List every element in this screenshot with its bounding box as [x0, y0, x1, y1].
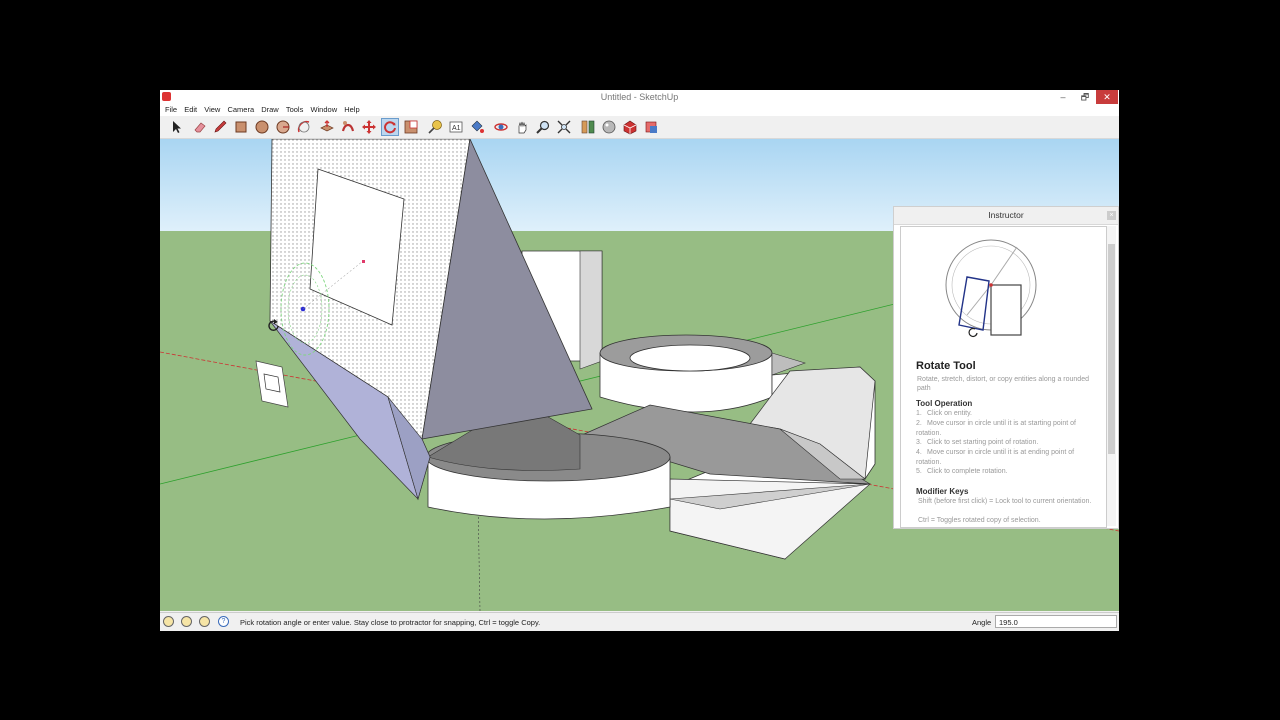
operation-step: 1. Click on entity. [916, 410, 972, 417]
maximize-button[interactable]: 🗗 [1074, 90, 1096, 104]
menu-edit[interactable]: Edit [184, 104, 197, 116]
help-icon[interactable]: ? [218, 616, 229, 627]
svg-text:A1: A1 [452, 125, 461, 132]
pencil-tool-icon[interactable] [212, 119, 228, 135]
operation-step: 3. Click to set starting point of rotatio… [916, 439, 1039, 446]
components-icon[interactable] [580, 119, 596, 135]
title-bar: Untitled - SketchUp – 🗗 ✕ [160, 90, 1119, 104]
tool-operation-heading: Tool Operation [916, 399, 973, 408]
eraser-tool-icon[interactable] [192, 119, 208, 135]
measurement-label: Angle [972, 618, 992, 627]
modifier-item: Ctrl = Toggles rotated copy of selection… [918, 517, 1041, 524]
status-message: Pick rotation angle or enter value. Stay… [240, 618, 541, 627]
modifier-keys-heading: Modifier Keys [916, 487, 969, 496]
operation-step: 5. Click to complete rotation. [916, 468, 1008, 475]
operation-step: 2. Move cursor in circle until it is at s… [916, 420, 1077, 437]
orbit-tool-icon[interactable] [493, 119, 509, 135]
scrollbar-thumb[interactable] [1108, 244, 1115, 454]
instructor-header: Instructor [894, 207, 1118, 225]
menu-bar: File Edit View Camera Draw Tools Window … [160, 104, 1119, 116]
credits-icon[interactable] [181, 616, 192, 627]
circle-tool-icon[interactable] [254, 119, 270, 135]
zoom-tool-icon[interactable] [535, 119, 551, 135]
3d-viewport[interactable]: Instructor × Rotate Tool Rotate, stretch… [160, 139, 1119, 611]
menu-file[interactable]: File [165, 104, 177, 116]
sketchup-window: Untitled - SketchUp – 🗗 ✕ File Edit View… [160, 90, 1119, 631]
text-tool-icon[interactable]: A1 [448, 119, 464, 135]
styles-icon[interactable] [601, 119, 617, 135]
tape-measure-tool-icon[interactable] [427, 119, 443, 135]
menu-help[interactable]: Help [344, 104, 359, 116]
operation-step: 4. Move cursor in circle until it is at e… [916, 449, 1075, 466]
move-tool-icon[interactable] [361, 119, 377, 135]
menu-view[interactable]: View [204, 104, 220, 116]
menu-tools[interactable]: Tools [286, 104, 304, 116]
menu-camera[interactable]: Camera [227, 104, 254, 116]
instructor-close-button[interactable]: × [1107, 211, 1116, 220]
main-toolbar: A1 [160, 116, 1119, 139]
instructor-content: Rotate Tool Rotate, stretch, distort, or… [900, 226, 1107, 528]
push-pull-tool-icon[interactable] [319, 119, 335, 135]
scale-tool-icon[interactable] [403, 119, 419, 135]
instructor-panel: Instructor × Rotate Tool Rotate, stretch… [893, 206, 1119, 529]
select-tool-icon[interactable] [168, 119, 184, 135]
rotate-tool-illustration [945, 239, 1037, 338]
status-bar: ? Pick rotation angle or enter value. St… [160, 612, 1119, 631]
menu-window[interactable]: Window [310, 104, 337, 116]
tool-name: Rotate Tool [916, 360, 976, 372]
follow-me-tool-icon[interactable] [340, 119, 356, 135]
instructor-scrollbar[interactable] [1107, 226, 1116, 526]
zoom-extents-tool-icon[interactable] [556, 119, 572, 135]
user-icon[interactable] [199, 616, 210, 627]
extension-warehouse-icon[interactable] [643, 119, 659, 135]
menu-draw[interactable]: Draw [261, 104, 279, 116]
rectangle-tool-icon[interactable] [233, 119, 249, 135]
measurement-input[interactable]: 195.0 [995, 615, 1117, 628]
protractor-tool-icon[interactable] [296, 119, 312, 135]
modifier-item: Shift (before first click) = Lock tool t… [918, 498, 1092, 505]
arc-tool-icon[interactable] [275, 119, 291, 135]
paint-bucket-tool-icon[interactable] [469, 119, 485, 135]
window-title: Untitled - SketchUp [600, 92, 679, 102]
geo-location-icon[interactable] [163, 616, 174, 627]
tool-description: Rotate, stretch, distort, or copy entiti… [917, 376, 1089, 392]
3d-warehouse-icon[interactable] [622, 119, 638, 135]
pan-tool-icon[interactable] [514, 119, 530, 135]
rotate-tool-icon[interactable] [381, 118, 399, 136]
minimize-button[interactable]: – [1052, 90, 1074, 104]
close-button[interactable]: ✕ [1096, 90, 1118, 104]
